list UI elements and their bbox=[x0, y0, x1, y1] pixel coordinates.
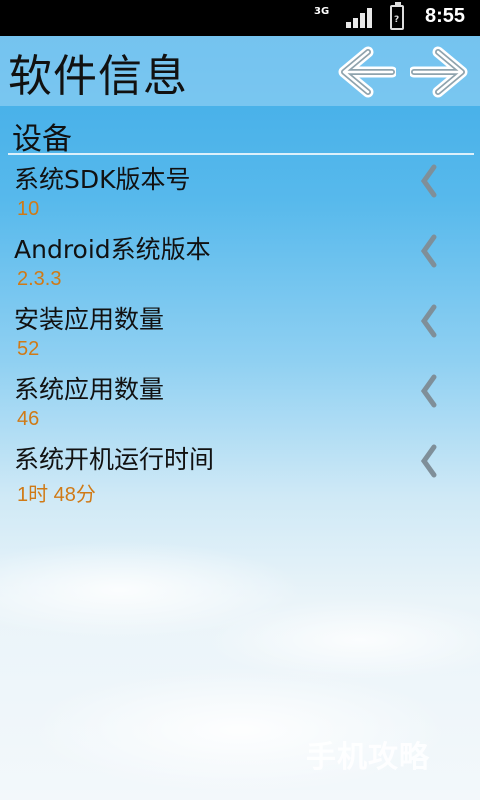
chevron-left-icon bbox=[420, 374, 437, 408]
section-divider bbox=[8, 153, 474, 155]
row-value: 2.3.3 bbox=[17, 268, 62, 290]
page-title: 软件信息 bbox=[8, 51, 188, 102]
row-label: 安装应用数量 bbox=[14, 305, 165, 334]
info-row-uptime[interactable]: 系统开机运行时间 1时 48分 bbox=[0, 440, 480, 510]
watermark-logo: 手机攻略 bbox=[306, 740, 430, 775]
row-label: Android系统版本 bbox=[14, 235, 211, 264]
info-row-installed-apps[interactable]: 安装应用数量 52 bbox=[0, 300, 480, 370]
row-label: 系统应用数量 bbox=[14, 375, 165, 404]
chevron-left-icon bbox=[420, 304, 437, 338]
app-header: 软件信息 bbox=[0, 36, 480, 106]
row-label: 系统开机运行时间 bbox=[14, 445, 215, 474]
chevron-left-icon bbox=[420, 164, 437, 198]
status-time: 8:55 bbox=[425, 5, 466, 27]
chevron-left-icon bbox=[420, 234, 437, 268]
info-row-android-version[interactable]: Android系统版本 2.3.3 bbox=[0, 230, 480, 300]
row-label: 系统SDK版本号 bbox=[14, 165, 191, 194]
row-value: 1时 48分 bbox=[17, 484, 96, 506]
row-value: 46 bbox=[17, 408, 40, 430]
signal-strength-icon bbox=[346, 8, 376, 28]
arrow-left-icon[interactable] bbox=[338, 46, 396, 98]
info-row-system-apps[interactable]: 系统应用数量 46 bbox=[0, 370, 480, 440]
status-bar: 3G ? 8:55 bbox=[0, 0, 480, 36]
row-value: 10 bbox=[17, 198, 40, 220]
arrow-right-icon[interactable] bbox=[410, 46, 468, 98]
row-value: 52 bbox=[17, 338, 40, 360]
section-title-device: 设备 bbox=[12, 122, 72, 157]
info-row-sdk-version[interactable]: 系统SDK版本号 10 bbox=[0, 160, 480, 230]
network-type-indicator: 3G bbox=[314, 6, 330, 17]
chevron-left-icon bbox=[420, 444, 437, 478]
battery-icon: ? bbox=[390, 2, 404, 30]
